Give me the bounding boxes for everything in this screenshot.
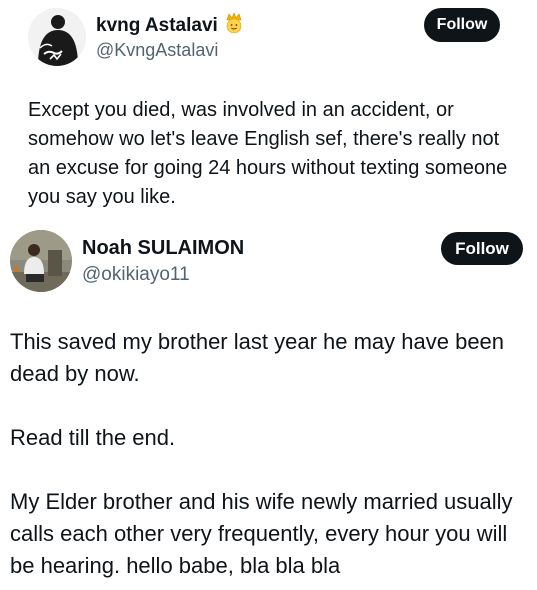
author-name[interactable]: kvng Astalavi	[96, 14, 218, 38]
author-name[interactable]: Noah SULAIMON	[82, 236, 244, 260]
post-text: This saved my brother last year he may h…	[10, 326, 530, 582]
author-avatar[interactable]	[28, 8, 86, 66]
post-paragraph: My Elder brother and his wife newly marr…	[10, 489, 513, 578]
post-paragraph: Read till the end.	[10, 425, 176, 450]
avatar-image	[28, 8, 86, 66]
post-noah-sulaimon: Noah SULAIMON @okikiayo11 Follow This sa…	[0, 224, 537, 590]
avatar-image	[10, 230, 72, 292]
follow-button[interactable]: Follow	[441, 232, 523, 265]
author-handle[interactable]: @okikiayo11	[82, 264, 190, 286]
author-name-row: kvng Astalavi	[96, 12, 244, 39]
post-paragraph: This saved my brother last year he may h…	[10, 329, 505, 386]
post-text: Except you died, was involved in an acci…	[28, 99, 508, 208]
follow-button[interactable]: Follow	[424, 8, 500, 42]
author-handle[interactable]: @KvngAstalavi	[96, 39, 218, 61]
crowned-face-emoji-icon	[224, 12, 244, 39]
post-kvng-astalavi: kvng Astalavi @KvngAstalavi Follow Excep…	[0, 0, 537, 222]
author-avatar[interactable]	[10, 230, 72, 292]
